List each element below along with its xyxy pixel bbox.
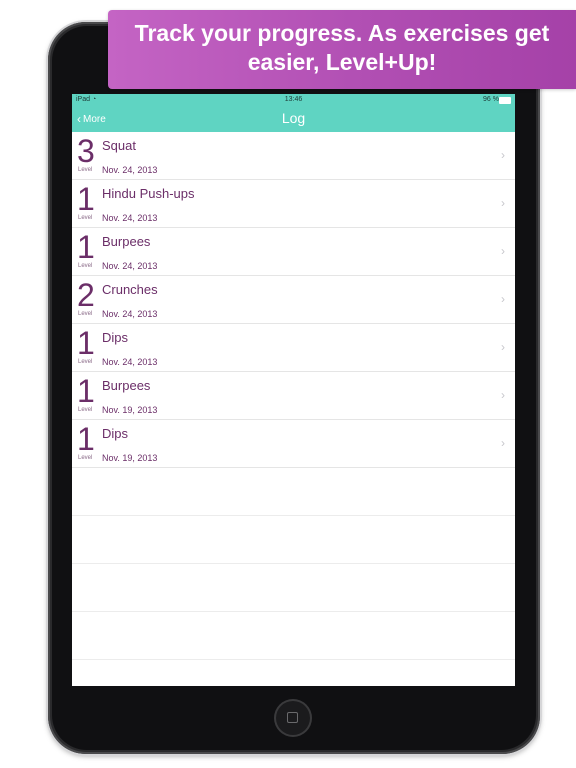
- level-caption: Level: [78, 407, 93, 413]
- exercise-name: Burpees: [102, 234, 151, 249]
- navigation-bar: ‹ More Log: [72, 106, 515, 132]
- level-number: 1: [77, 325, 95, 361]
- exercise-name: Crunches: [102, 282, 158, 297]
- level-number: 1: [77, 229, 95, 265]
- log-date: Nov. 24, 2013: [102, 165, 158, 175]
- chevron-right-icon: ›: [501, 340, 505, 354]
- promo-line-1: Track your progress. As exercises get: [134, 20, 550, 46]
- chevron-right-icon: ›: [501, 388, 505, 402]
- home-square-icon: [287, 712, 298, 723]
- exercise-name: Hindu Push-ups: [102, 186, 195, 201]
- level-caption: Level: [78, 359, 93, 365]
- level-caption: Level: [78, 215, 93, 221]
- level-number: 3: [77, 133, 95, 169]
- chevron-right-icon: ›: [501, 244, 505, 258]
- log-date: Nov. 19, 2013: [102, 453, 158, 463]
- battery-percentage: 96 %: [483, 96, 499, 103]
- exercise-name: Dips: [102, 330, 129, 345]
- level-number: 1: [77, 181, 95, 217]
- chevron-right-icon: ›: [501, 196, 505, 210]
- app-store-screenshot: iPad ◔ 13:46 96 % ‹ More Log 3 Level Squat N…: [0, 0, 576, 768]
- status-time: 13:46: [284, 96, 303, 103]
- empty-row: [72, 468, 515, 516]
- battery-icon: [499, 97, 511, 104]
- level-number: 1: [77, 421, 95, 457]
- level-number: 2: [77, 277, 95, 313]
- level-caption: Level: [78, 167, 93, 173]
- chevron-right-icon: ›: [501, 292, 505, 306]
- home-button[interactable]: [274, 699, 312, 737]
- promo-text: Track your progress. As exercises get ea…: [108, 19, 576, 77]
- log-date: Nov. 24, 2013: [102, 261, 158, 271]
- log-date: Nov. 24, 2013: [102, 357, 158, 367]
- level-number: 1: [77, 373, 95, 409]
- log-row[interactable]: 1 Level Dips Nov. 24, 2013 ›: [72, 324, 515, 372]
- empty-row: [72, 564, 515, 612]
- exercise-name: Squat: [102, 138, 136, 153]
- empty-row: [72, 516, 515, 564]
- log-date: Nov. 24, 2013: [102, 309, 158, 319]
- exercise-name: Dips: [102, 426, 129, 441]
- log-row[interactable]: 1 Level Hindu Push-ups Nov. 24, 2013 ›: [72, 180, 515, 228]
- log-row[interactable]: 3 Level Squat Nov. 24, 2013 ›: [72, 132, 515, 180]
- chevron-right-icon: ›: [501, 436, 505, 450]
- level-caption: Level: [78, 263, 93, 269]
- page-title: Log: [281, 110, 306, 126]
- empty-row: [72, 660, 515, 686]
- promo-banner: Track your progress. As exercises get ea…: [108, 10, 576, 89]
- chevron-right-icon: ›: [501, 148, 505, 162]
- log-row[interactable]: 1 Level Burpees Nov. 24, 2013 ›: [72, 228, 515, 276]
- log-row[interactable]: 2 Level Crunches Nov. 24, 2013 ›: [72, 276, 515, 324]
- log-row[interactable]: 1 Level Burpees Nov. 19, 2013 ›: [72, 372, 515, 420]
- ipad-screen: iPad ◔ 13:46 96 % ‹ More Log 3 Level Squat N…: [72, 94, 515, 686]
- empty-row: [72, 612, 515, 660]
- log-list: 3 Level Squat Nov. 24, 2013 › 1 Level Hindu Pus…: [72, 132, 515, 686]
- log-date: Nov. 24, 2013: [102, 213, 158, 223]
- exercise-name: Burpees: [102, 378, 151, 393]
- status-bar: iPad ◔ 13:46 96 %: [72, 94, 515, 106]
- promo-line-2: easier, Level+Up!: [247, 49, 437, 75]
- level-caption: Level: [78, 311, 93, 317]
- log-row[interactable]: 1 Level Dips Nov. 19, 2013 ›: [72, 420, 515, 468]
- log-date: Nov. 19, 2013: [102, 405, 158, 415]
- level-caption: Level: [78, 455, 93, 461]
